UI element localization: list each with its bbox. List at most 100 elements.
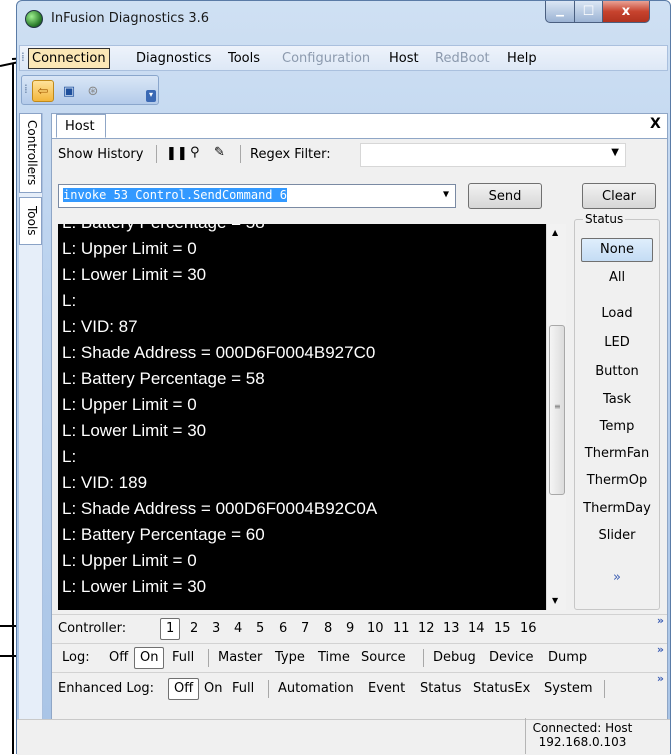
controller-item-3[interactable]: 3 — [212, 621, 220, 636]
console-scrollbar[interactable]: ▲ ≡ ▼ — [546, 224, 566, 610]
chevron-down-icon[interactable]: ▼ — [611, 147, 619, 158]
save-icon[interactable]: ▣ — [58, 80, 80, 102]
log-line: L: Shade Address = 000D6F0004B92C0A — [62, 499, 378, 518]
regex-filter-label: Regex Filter: — [250, 147, 331, 162]
enhanced-automation[interactable]: Automation — [278, 681, 354, 696]
controller-item-5[interactable]: 5 — [256, 621, 264, 636]
menu-redboot[interactable]: RedBoot — [435, 51, 490, 66]
close-button[interactable]: x — [602, 1, 650, 23]
toolbar-overflow-icon[interactable]: ▾ — [146, 90, 156, 102]
scroll-down-icon[interactable]: ▼ — [552, 596, 558, 605]
status-load[interactable]: Load — [575, 306, 659, 321]
regex-filter-input[interactable]: ▼ — [360, 143, 626, 167]
menu-help[interactable]: Help — [507, 51, 537, 66]
tab-host[interactable]: Host — [56, 114, 106, 138]
enhanced-full[interactable]: Full — [232, 681, 254, 696]
maximize-button[interactable]: ☐ — [574, 1, 603, 23]
divider — [156, 145, 157, 163]
enhanced-statusex[interactable]: StatusEx — [473, 681, 530, 696]
log-row: Log: Off On Full Master Type Time Source… — [52, 643, 667, 671]
log-full[interactable]: Full — [172, 650, 194, 665]
connection-status-line1: Connected: Host — [532, 721, 633, 735]
panel-close-button[interactable]: X — [650, 116, 661, 132]
controller-item-8[interactable]: 8 — [324, 621, 332, 636]
status-temp[interactable]: Temp — [575, 419, 659, 434]
menu-tools[interactable]: Tools — [228, 51, 260, 66]
log-type[interactable]: Type — [275, 650, 305, 665]
enhanced-event[interactable]: Event — [368, 681, 405, 696]
controller-item-12[interactable]: 12 — [418, 621, 435, 636]
status-more-icon[interactable]: » — [575, 570, 659, 585]
tab-controllers[interactable]: Controllers — [19, 113, 42, 193]
menu-diagnostics[interactable]: Diagnostics — [136, 51, 211, 66]
controller-item-7[interactable]: 7 — [301, 621, 309, 636]
status-thermop[interactable]: ThermOp — [575, 473, 659, 488]
log-line: L: Lower Limit = 30 — [62, 577, 207, 596]
controller-item-10[interactable]: 10 — [367, 621, 384, 636]
log-off[interactable]: Off — [109, 650, 128, 665]
controller-item-13[interactable]: 13 — [443, 621, 460, 636]
enhanced-off-selected[interactable]: Off — [168, 678, 200, 700]
controller-item-11[interactable]: 11 — [393, 621, 410, 636]
tab-tools[interactable]: Tools — [19, 197, 42, 245]
status-none-button[interactable]: None — [581, 238, 653, 262]
toolbar: ⁞ ⇦ ▣ ⊛ ▾ — [21, 75, 159, 105]
controller-item-16[interactable]: 16 — [520, 621, 537, 636]
refresh-icon[interactable]: ⊛ — [82, 80, 104, 102]
enhanced-on[interactable]: On — [204, 681, 222, 696]
controller-item-1[interactable]: 1 — [160, 618, 181, 640]
enhanced-status[interactable]: Status — [420, 681, 461, 696]
log-console[interactable]: L: Battery Percentage = 58 L: Upper Limit… — [58, 224, 566, 610]
menu-configuration[interactable]: Configuration — [282, 51, 370, 66]
command-input[interactable]: invoke 53 Control.SendCommand 6 ▼ — [58, 184, 456, 208]
window-title: InFusion Diagnostics 3.6 — [51, 11, 210, 26]
minimize-button[interactable]: ▁ — [545, 1, 575, 23]
app-window: InFusion Diagnostics 3.6 ▁ ☐ x ⁞ Connect… — [16, 0, 671, 755]
controller-item-14[interactable]: 14 — [468, 621, 485, 636]
menu-host[interactable]: Host — [389, 51, 419, 66]
menu-connection[interactable]: Connection — [28, 48, 110, 69]
divider — [268, 680, 269, 698]
status-led[interactable]: LED — [575, 335, 659, 350]
log-label: Log: — [62, 650, 90, 665]
controller-more-icon[interactable]: » — [657, 614, 664, 627]
status-thermfan[interactable]: ThermFan — [575, 446, 659, 461]
log-source[interactable]: Source — [361, 650, 406, 665]
controller-item-9[interactable]: 9 — [346, 621, 354, 636]
send-button[interactable]: Send — [468, 183, 542, 209]
controller-row: Controller: 1 2 3 4 5 6 7 8 9 10 11 12 13 14 15 16 » — [52, 614, 667, 642]
log-line: L: VID: 87 — [62, 317, 138, 336]
log-debug[interactable]: Debug — [433, 650, 476, 665]
clear-button[interactable]: Clear — [582, 183, 656, 209]
controller-item-2[interactable]: 2 — [190, 621, 198, 636]
title-bar[interactable]: InFusion Diagnostics 3.6 ▁ ☐ x — [17, 1, 670, 37]
pencil-icon[interactable]: ✎ — [214, 145, 225, 160]
log-line: L: Upper Limit = 0 — [62, 239, 197, 258]
scroll-thumb[interactable]: ≡ — [549, 325, 565, 495]
enhanced-system[interactable]: System — [544, 681, 592, 696]
connection-status: Connected: Host 192.168.0.103 — [525, 718, 639, 754]
log-master[interactable]: Master — [218, 650, 262, 665]
log-device[interactable]: Device — [489, 650, 533, 665]
status-thermday[interactable]: ThermDay — [575, 501, 659, 516]
connect-icon[interactable]: ⇦ — [32, 80, 54, 102]
log-time[interactable]: Time — [318, 650, 350, 665]
log-dump[interactable]: Dump — [548, 650, 587, 665]
show-history-button[interactable]: Show History — [58, 147, 143, 162]
search-icon[interactable]: ⚲ — [190, 145, 200, 160]
controller-item-4[interactable]: 4 — [234, 621, 242, 636]
chevron-down-icon[interactable]: ▼ — [443, 189, 449, 200]
status-slider[interactable]: Slider — [575, 528, 659, 543]
log-on-selected[interactable]: On — [134, 647, 165, 669]
scroll-up-icon[interactable]: ▲ — [552, 228, 558, 237]
log-more-icon[interactable]: » — [657, 643, 664, 656]
controller-item-15[interactable]: 15 — [494, 621, 511, 636]
command-value: invoke 53 Control.SendCommand 6 — [63, 188, 287, 202]
enhanced-more-icon[interactable]: » — [657, 672, 664, 685]
controller-item-6[interactable]: 6 — [279, 621, 287, 636]
status-task[interactable]: Task — [575, 392, 659, 407]
status-all[interactable]: All — [575, 270, 659, 285]
callout-line-vertical — [12, 64, 14, 754]
status-button[interactable]: Button — [575, 364, 659, 379]
pause-icon[interactable]: ❚❚ — [166, 146, 188, 161]
